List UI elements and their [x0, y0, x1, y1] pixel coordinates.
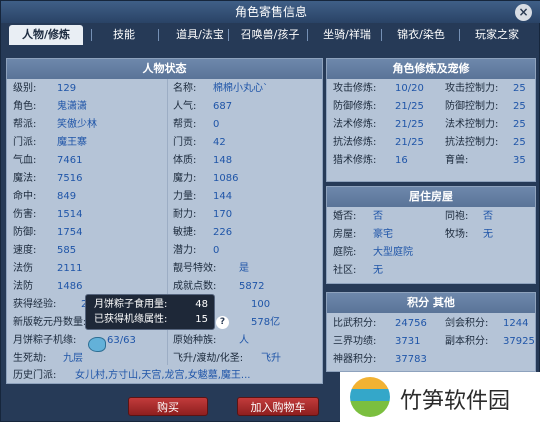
tab-outfits[interactable]: 锦衣/染色: [381, 25, 459, 45]
tab-mounts[interactable]: 坐骑/祥瑞: [307, 25, 385, 45]
stat-row-level: 级别: 129: [13, 83, 77, 94]
stat-row-spell-damage: 法伤 2111: [13, 263, 83, 274]
help-icon[interactable]: ?: [216, 316, 229, 329]
stat-row-potential: 潜力: 0: [173, 245, 220, 256]
points-row-artifact: 神器积分: 37783: [333, 354, 427, 365]
points-panel: 积分 其他 比武积分: 24756 剑会积分: 1244 三界功绩: 3731 副本积分:…: [326, 292, 536, 372]
tab-player-home[interactable]: 玩家之家: [459, 25, 533, 45]
stat-row-speed: 速度: 585: [13, 245, 77, 256]
housing-title: 居住房屋: [327, 187, 535, 207]
add-to-cart-button[interactable]: 加入购物车: [237, 397, 319, 416]
stat-row-ascension: 飞升/渡劫/化圣: 飞升: [173, 353, 281, 364]
stat-row-role: 角色: 鬼潇潇: [13, 101, 87, 112]
stat-row-original-race: 原始种族: 人: [173, 335, 249, 346]
stat-row-defense: 防御: 1754: [13, 227, 83, 238]
housing-panel: 居住房屋 婚否: 否同袍: 否 房屋: 豪宅 牧场: 无 庭院: 大型庭院 社区: 无: [326, 186, 536, 284]
stat-row-endurance: 耐力: 170: [173, 209, 233, 220]
cultivation-title: 角色修炼及宠修: [327, 59, 535, 79]
tooltip-consumption-value: 48: [195, 299, 208, 310]
mooncake-tooltip: 月饼粽子食用量: 48 已获得机缘属性: 15: [85, 294, 215, 330]
cultivation-row-spell: 法术修炼: 21/25 法术控制力: 25: [333, 119, 526, 130]
cultivation-row-hunting: 猎术修炼: 16 育兽: 35: [333, 155, 526, 166]
stat-row-damage: 伤害: 1514: [13, 209, 83, 220]
stat-row-mp: 魔法: 7516: [13, 173, 83, 184]
points-title: 积分 其他: [327, 293, 535, 313]
stat-row-popularity: 人气: 687: [173, 101, 233, 112]
stat-row-life-death: 生死劫: 九层: [13, 353, 83, 364]
consignment-window: 角色寄售信息 × 人物/修炼 技能 道具/法宝 召唤兽/孩子 坐骑/祥瑞 锦衣/…: [0, 0, 540, 422]
tab-bar: 人物/修炼 技能 道具/法宝 召唤兽/孩子 坐骑/祥瑞 锦衣/染色 玩家之家: [5, 25, 537, 45]
points-row-pvp: 比武积分: 24756 剑会积分: 1244: [333, 318, 529, 329]
stat-row-magic: 魔力: 1086: [173, 173, 239, 184]
stat-row-achievement: 成就点数: 5872: [173, 281, 265, 292]
tab-pets-children[interactable]: 召唤兽/孩子: [228, 25, 310, 45]
character-status-title: 人物状态: [7, 59, 322, 79]
tooltip-attribute-value: 15: [195, 314, 208, 325]
stat-row-guild: 帮派: 笑傲少林: [13, 119, 97, 130]
housing-row-house: 房屋: 豪宅 牧场: 无: [333, 229, 493, 240]
tooltip-consumption-label: 月饼粽子食用量:: [94, 299, 168, 310]
tooltip-attribute-label: 已获得机缘属性:: [94, 314, 168, 325]
stat-row-hit: 命中: 849: [13, 191, 77, 202]
stat-row-guild-contrib: 帮贡: 0: [173, 119, 220, 130]
tab-character-cultivation[interactable]: 人物/修炼: [9, 25, 83, 45]
watermark: 竹笋软件园: [340, 372, 540, 422]
close-icon[interactable]: ×: [515, 4, 532, 21]
stat-row-pretty-id: 靓号特效: 是: [173, 263, 249, 274]
window-title-text: 角色寄售信息: [234, 5, 307, 19]
housing-row-courtyard: 庭院: 大型庭院: [333, 247, 413, 258]
stat-row-hp: 气血: 7461: [13, 155, 83, 166]
cultivation-row-attack: 攻击修炼: 10/20 攻击控制力: 25: [333, 83, 526, 94]
mooncake-fish-icon: [88, 337, 106, 352]
stat-row-school-contrib: 门贡: 42: [173, 137, 226, 148]
housing-row-married: 婚否: 否同袍: 否: [333, 211, 493, 222]
tab-skills[interactable]: 技能: [91, 25, 155, 45]
buy-button[interactable]: 购买: [128, 397, 208, 416]
watermark-text: 竹笋软件园: [400, 389, 511, 414]
watermark-logo-icon: [350, 377, 390, 417]
stat-row-school: 门派: 魔王寨: [13, 137, 87, 148]
window-title: 角色寄售信息: [1, 1, 540, 23]
stat-row-constitution: 体质: 148: [173, 155, 233, 166]
character-status-panel: 人物状态 级别: 129 角色: 鬼潇潇 帮派: 笑傲少林 门派: 魔王寨 气血: 746…: [6, 58, 323, 384]
stat-row-agility: 敏捷: 226: [173, 227, 233, 238]
cultivation-row-resist: 抗法修炼: 21/25 抗法控制力: 25: [333, 137, 526, 148]
housing-row-community: 社区: 无: [333, 265, 383, 276]
stat-row-name: 名称: 棉棉小丸心`: [173, 83, 268, 94]
points-row-merit: 三界功绩: 3731 副本积分: 37925: [333, 336, 535, 347]
stat-row-history-schools: 历史门派: 女儿村,方寸山,天宫,龙宫,女魃墓,魔王...: [13, 370, 251, 381]
stat-row-strength: 力量: 144: [173, 191, 233, 202]
cultivation-row-defense: 防御修炼: 21/25 防御控制力: 25: [333, 101, 526, 112]
cultivation-panel: 角色修炼及宠修 攻击修炼: 10/20 攻击控制力: 25 防御修炼: 21/25 防御控…: [326, 58, 536, 182]
stat-row-spell-defense: 法防 1486: [13, 281, 83, 292]
